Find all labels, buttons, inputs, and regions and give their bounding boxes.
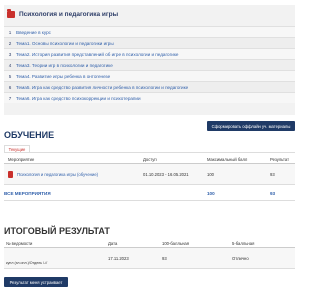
course-title: Психология и педагогика игры <box>19 11 119 18</box>
lesson-number: 7 <box>8 95 12 101</box>
lesson-list: 1 Введение в курс 2 Тема1. Основы психол… <box>4 26 295 103</box>
score-100: 93 <box>162 256 167 261</box>
column-header-result: Результат <box>270 157 290 162</box>
lesson-link[interactable]: Тема2. История развития представлений об… <box>16 52 178 57</box>
max-score-value: 100 <box>207 172 214 177</box>
lesson-item[interactable]: 7 Тема6. Игра как средство психокоррекци… <box>4 92 295 103</box>
course-event-link[interactable]: Психология и педагогика игры (обучение) <box>17 172 98 177</box>
lesson-item[interactable]: 3 Тема2. История развития представлений … <box>4 48 295 59</box>
all-events-total-label: ВСЕ МЕРОПРИЯТИЯ <box>4 191 51 196</box>
column-header-date: Дата <box>108 241 118 246</box>
column-header-access: Доступ <box>143 157 157 162</box>
column-header-max-score: Максимальный балл <box>207 157 248 162</box>
lesson-link[interactable]: Тема4. Развитие игры ребенка в онтогенез… <box>16 74 110 79</box>
lesson-link[interactable]: Тема3. Теории игр в психологии и педагог… <box>16 63 113 68</box>
lesson-number: 1 <box>8 29 12 35</box>
lesson-number: 2 <box>8 40 12 46</box>
result-date: 17.11.2023 <box>108 256 129 261</box>
total-divider <box>4 200 295 201</box>
lesson-link[interactable]: Тема1. Основы психологии и педагогики иг… <box>16 41 114 46</box>
column-header-100-scale: 100-балльная <box>162 241 189 246</box>
lesson-link[interactable]: Тема5. Игра как средство развития личнос… <box>16 85 188 90</box>
result-value: 93 <box>270 172 275 177</box>
final-result-section-title: ИТОГОВЫЙ РЕЗУЛЬТАТ <box>4 226 110 236</box>
lesson-item[interactable]: 5 Тема4. Развитие игры ребенка в онтоген… <box>4 70 295 81</box>
study-section-title: ОБУЧЕНИЕ <box>4 130 55 140</box>
lesson-item[interactable]: 1 Введение в курс <box>4 26 295 37</box>
lesson-number: 3 <box>8 51 12 57</box>
column-header-statement-number: № ведомости <box>6 241 33 246</box>
folder-icon <box>7 9 15 18</box>
accept-result-button[interactable]: Результат меня устраивает <box>4 277 68 287</box>
access-period: 01.10.2023 - 16.05.2021 <box>143 172 189 177</box>
table-row <box>4 248 295 269</box>
lesson-link[interactable]: Тема6. Игра как средство психокоррекции … <box>16 96 141 101</box>
course-header: Психология и педагогика игры <box>4 5 295 24</box>
lesson-number: 5 <box>8 73 12 79</box>
tab-divider <box>4 152 295 153</box>
total-result: 93 <box>270 191 276 196</box>
score-5: Отлично <box>232 256 249 261</box>
lesson-link[interactable]: Введение в курс <box>16 30 51 35</box>
column-header-event: Мероприятие <box>8 157 35 162</box>
column-header-5-scale: 5-балльная <box>232 241 255 246</box>
lesson-item[interactable]: 4 Тема3. Теории игр в психологии и педаг… <box>4 59 295 70</box>
course-panel: Психология и педагогика игры 1 Введение … <box>4 5 295 115</box>
total-max-score: 100 <box>207 191 215 196</box>
generate-offline-materials-button[interactable]: Сформировать оффлайн уч. материалы <box>207 121 295 131</box>
statement-number: купл (эл.онл.)/Отдель /-// <box>6 261 48 265</box>
lesson-item[interactable]: 6 Тема5. Игра как средство развития личн… <box>4 81 295 92</box>
document-icon <box>8 171 13 178</box>
lesson-item[interactable]: 2 Тема1. Основы психологии и педагогики … <box>4 37 295 48</box>
lesson-number: 4 <box>8 62 12 68</box>
lesson-number: 6 <box>8 84 12 90</box>
